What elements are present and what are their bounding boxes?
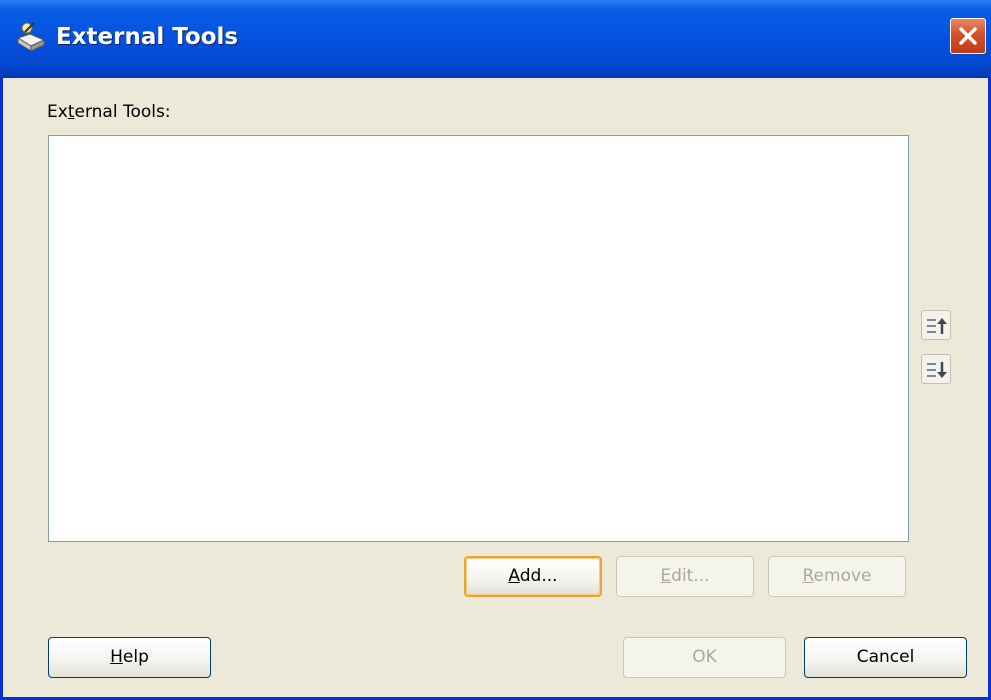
help-button[interactable]: Help — [48, 637, 211, 678]
move-up-icon — [927, 318, 947, 334]
external-tools-label: External Tools: — [47, 102, 171, 122]
external-tools-dialog: External Tools External Tools: Add... Ed… — [0, 0, 991, 700]
cancel-button[interactable]: Cancel — [804, 637, 967, 678]
title-bar[interactable]: External Tools — [0, 0, 991, 78]
move-down-button[interactable] — [921, 354, 951, 384]
close-button[interactable] — [950, 18, 986, 54]
move-down-icon — [927, 362, 947, 378]
close-icon — [959, 27, 977, 45]
remove-button[interactable]: Remove — [768, 556, 906, 597]
edit-button[interactable]: Edit... — [616, 556, 754, 597]
external-tools-icon — [14, 20, 48, 54]
external-tools-list[interactable] — [48, 135, 909, 542]
dialog-title: External Tools — [56, 24, 239, 50]
ok-button[interactable]: OK — [623, 637, 786, 678]
move-up-button[interactable] — [921, 310, 951, 340]
add-button[interactable]: Add... — [464, 556, 602, 597]
